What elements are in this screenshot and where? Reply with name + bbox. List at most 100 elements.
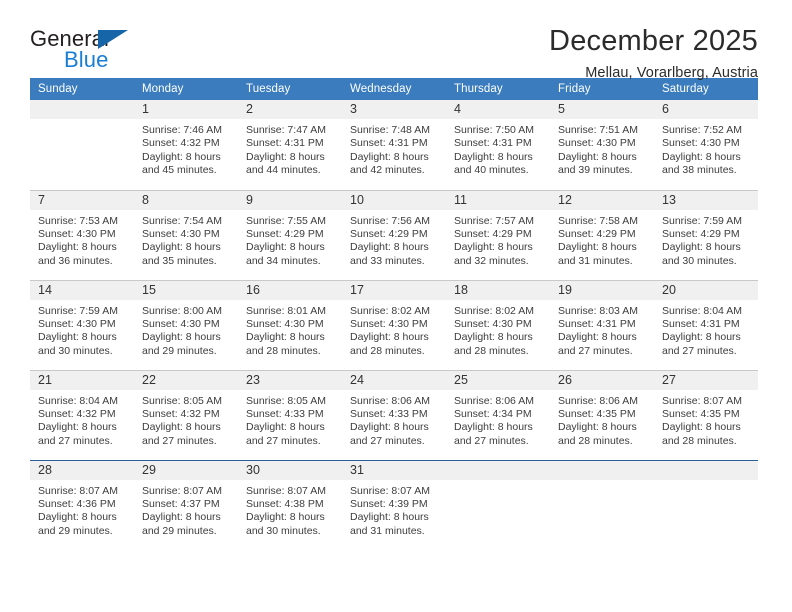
sunset-text: Sunset: 4:31 PM [246, 137, 324, 150]
calendar-day-cell[interactable]: 2 Sunrise: 7:47 AM Sunset: 4:31 PM Daylight… [238, 100, 342, 190]
day-sun-info: Sunrise: 7:57 AM Sunset: 4:29 PM Daylight:… [446, 210, 550, 269]
calendar-day-cell[interactable]: 19 Sunrise: 8:03 AM Sunset: 4:31 PM Dayligh… [550, 279, 654, 370]
day-sun-info: Sunrise: 7:50 AM Sunset: 4:31 PM Daylight:… [446, 119, 550, 178]
calendar-day-cell[interactable]: 27 Sunrise: 8:07 AM Sunset: 4:35 PM Dayligh… [654, 369, 758, 460]
day-sun-info: Sunrise: 8:06 AM Sunset: 4:33 PM Daylight:… [342, 390, 446, 449]
sunset-text: Sunset: 4:29 PM [350, 227, 428, 240]
calendar-day-cell[interactable]: 26 Sunrise: 8:06 AM Sunset: 4:35 PM Dayligh… [550, 369, 654, 460]
day-sun-info: Sunrise: 7:59 AM Sunset: 4:30 PM Daylight:… [30, 300, 134, 359]
sunset-text: Sunset: 4:30 PM [142, 227, 220, 240]
daylight-text-line2: and 45 minutes. [142, 164, 217, 177]
calendar-day-cell[interactable]: 9 Sunrise: 7:55 AM Sunset: 4:29 PM Daylight… [238, 189, 342, 280]
general-blue-logo[interactable]: General Blue [30, 26, 160, 78]
sunrise-text: Sunrise: 7:59 AM [662, 214, 742, 227]
calendar-day-cell[interactable]: 3 Sunrise: 7:48 AM Sunset: 4:31 PM Daylight… [342, 100, 446, 190]
daylight-text-line1: Daylight: 8 hours [350, 150, 429, 163]
calendar-day-cell[interactable]: 20 Sunrise: 8:04 AM Sunset: 4:31 PM Dayligh… [654, 279, 758, 370]
daylight-text-line2: and 35 minutes. [142, 254, 217, 267]
calendar-day-cell[interactable]: 25 Sunrise: 8:06 AM Sunset: 4:34 PM Dayligh… [446, 369, 550, 460]
calendar-day-cell[interactable]: 11 Sunrise: 7:57 AM Sunset: 4:29 PM Dayligh… [446, 189, 550, 280]
day-sun-info: Sunrise: 7:56 AM Sunset: 4:29 PM Daylight:… [342, 210, 446, 269]
sunrise-text: Sunrise: 8:07 AM [662, 394, 742, 407]
day-sun-info: Sunrise: 8:02 AM Sunset: 4:30 PM Daylight:… [446, 300, 550, 359]
calendar-day-cell[interactable]: 31 Sunrise: 8:07 AM Sunset: 4:39 PM Dayligh… [342, 459, 446, 550]
calendar-day-cell[interactable]: 18 Sunrise: 8:02 AM Sunset: 4:30 PM Dayligh… [446, 279, 550, 370]
calendar-day-cell[interactable]: 28 Sunrise: 8:07 AM Sunset: 4:36 PM Dayligh… [30, 459, 134, 550]
day-sun-info: Sunrise: 8:01 AM Sunset: 4:30 PM Daylight:… [238, 300, 342, 359]
column-header-tuesday: Tuesday [238, 78, 342, 100]
daylight-text-line2: and 27 minutes. [38, 434, 113, 447]
daylight-text-line1: Daylight: 8 hours [662, 331, 741, 344]
sunset-text: Sunset: 4:33 PM [246, 407, 324, 420]
day-sun-info: Sunrise: 8:07 AM Sunset: 4:36 PM Daylight:… [30, 480, 134, 539]
day-number: 28 [30, 460, 134, 480]
day-number: 15 [134, 280, 238, 300]
calendar-day-cell-empty [30, 100, 134, 190]
calendar-day-cell[interactable]: 12 Sunrise: 7:58 AM Sunset: 4:29 PM Dayligh… [550, 189, 654, 280]
day-number: 14 [30, 280, 134, 300]
daylight-text-line2: and 33 minutes. [350, 254, 425, 267]
day-sun-info: Sunrise: 8:07 AM Sunset: 4:39 PM Daylight:… [342, 480, 446, 539]
calendar-day-cell[interactable]: 7 Sunrise: 7:53 AM Sunset: 4:30 PM Daylight… [30, 189, 134, 280]
page-header: General Blue December 2025 Mellau, Vorar… [0, 0, 792, 82]
sunset-text: Sunset: 4:30 PM [38, 227, 116, 240]
calendar-day-cell[interactable]: 4 Sunrise: 7:50 AM Sunset: 4:31 PM Daylight… [446, 100, 550, 190]
daylight-text-line1: Daylight: 8 hours [246, 331, 325, 344]
day-sun-info: Sunrise: 8:00 AM Sunset: 4:30 PM Daylight:… [134, 300, 238, 359]
daylight-text-line2: and 30 minutes. [38, 344, 113, 357]
calendar-week-row: 1 Sunrise: 7:46 AM Sunset: 4:32 PM Daylight… [30, 100, 758, 190]
daylight-text-line1: Daylight: 8 hours [454, 331, 533, 344]
calendar-day-cell[interactable]: 16 Sunrise: 8:01 AM Sunset: 4:30 PM Dayligh… [238, 279, 342, 370]
sunrise-text: Sunrise: 8:04 AM [38, 394, 118, 407]
day-number: 24 [342, 370, 446, 390]
calendar-day-cell[interactable]: 22 Sunrise: 8:05 AM Sunset: 4:32 PM Dayligh… [134, 369, 238, 460]
sunrise-text: Sunrise: 8:00 AM [142, 304, 222, 317]
sunset-text: Sunset: 4:32 PM [38, 407, 116, 420]
daylight-text-line2: and 30 minutes. [246, 524, 321, 537]
daylight-text-line2: and 27 minutes. [662, 344, 737, 357]
daylight-text-line1: Daylight: 8 hours [142, 241, 221, 254]
daylight-text-line1: Daylight: 8 hours [38, 331, 117, 344]
calendar-day-cell[interactable]: 23 Sunrise: 8:05 AM Sunset: 4:33 PM Dayligh… [238, 369, 342, 460]
sunset-text: Sunset: 4:29 PM [558, 227, 636, 240]
calendar-page: General Blue December 2025 Mellau, Vorar… [0, 0, 792, 612]
sunrise-text: Sunrise: 7:50 AM [454, 124, 534, 136]
day-number: 9 [238, 190, 342, 210]
daylight-text-line1: Daylight: 8 hours [246, 241, 325, 254]
calendar-day-cell[interactable]: 15 Sunrise: 8:00 AM Sunset: 4:30 PM Dayligh… [134, 279, 238, 370]
calendar-day-cell[interactable]: 14 Sunrise: 7:59 AM Sunset: 4:30 PM Dayligh… [30, 279, 134, 370]
sunset-text: Sunset: 4:29 PM [454, 227, 532, 240]
calendar-day-cell[interactable]: 5 Sunrise: 7:51 AM Sunset: 4:30 PM Daylight… [550, 100, 654, 190]
calendar-day-cell[interactable]: 17 Sunrise: 8:02 AM Sunset: 4:30 PM Dayligh… [342, 279, 446, 370]
sunset-text: Sunset: 4:29 PM [246, 227, 324, 240]
day-sun-info: Sunrise: 8:06 AM Sunset: 4:35 PM Daylight:… [550, 390, 654, 449]
day-number [446, 460, 550, 480]
daylight-text-line2: and 29 minutes. [142, 344, 217, 357]
sunset-text: Sunset: 4:35 PM [662, 407, 740, 420]
daylight-text-line1: Daylight: 8 hours [558, 331, 637, 344]
calendar-day-cell[interactable]: 10 Sunrise: 7:56 AM Sunset: 4:29 PM Dayligh… [342, 189, 446, 280]
day-sun-info: Sunrise: 8:04 AM Sunset: 4:32 PM Daylight:… [30, 390, 134, 449]
calendar-day-cell[interactable]: 13 Sunrise: 7:59 AM Sunset: 4:29 PM Dayligh… [654, 189, 758, 280]
day-number: 17 [342, 280, 446, 300]
sunset-text: Sunset: 4:30 PM [38, 317, 116, 330]
calendar-day-cell[interactable]: 30 Sunrise: 8:07 AM Sunset: 4:38 PM Dayligh… [238, 459, 342, 550]
day-number [550, 460, 654, 480]
day-sun-info: Sunrise: 7:47 AM Sunset: 4:31 PM Daylight:… [238, 119, 342, 178]
calendar-day-cell[interactable]: 6 Sunrise: 7:52 AM Sunset: 4:30 PM Daylight… [654, 100, 758, 190]
day-number: 26 [550, 370, 654, 390]
calendar-day-cell[interactable]: 29 Sunrise: 8:07 AM Sunset: 4:37 PM Dayligh… [134, 459, 238, 550]
day-number: 18 [446, 280, 550, 300]
daylight-text-line1: Daylight: 8 hours [142, 331, 221, 344]
calendar-day-cell[interactable]: 24 Sunrise: 8:06 AM Sunset: 4:33 PM Dayligh… [342, 369, 446, 460]
day-number: 4 [446, 100, 550, 119]
calendar-day-cell[interactable]: 8 Sunrise: 7:54 AM Sunset: 4:30 PM Daylight… [134, 189, 238, 280]
column-header-sunday: Sunday [30, 78, 134, 100]
daylight-text-line2: and 31 minutes. [350, 524, 425, 537]
calendar-week-row: 28 Sunrise: 8:07 AM Sunset: 4:36 PM Dayligh… [30, 459, 758, 550]
day-sun-info: Sunrise: 8:04 AM Sunset: 4:31 PM Daylight:… [654, 300, 758, 359]
calendar-day-cell[interactable]: 1 Sunrise: 7:46 AM Sunset: 4:32 PM Daylight… [134, 100, 238, 190]
daylight-text-line2: and 36 minutes. [38, 254, 113, 267]
day-sun-info: Sunrise: 8:07 AM Sunset: 4:35 PM Daylight:… [654, 390, 758, 449]
calendar-day-cell[interactable]: 21 Sunrise: 8:04 AM Sunset: 4:32 PM Dayligh… [30, 369, 134, 460]
